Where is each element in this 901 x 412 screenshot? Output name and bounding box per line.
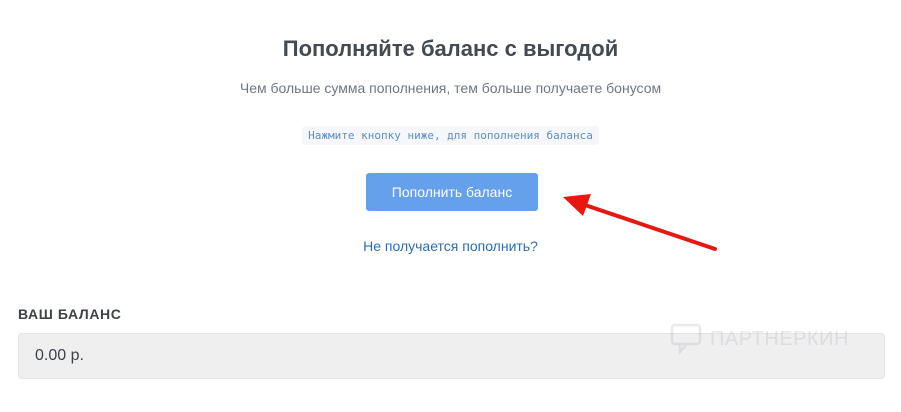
balance-field[interactable]	[18, 333, 885, 379]
balance-label: ВАШ БАЛАНС	[18, 306, 122, 322]
arrow-shaft	[580, 202, 717, 251]
arrow-head	[563, 194, 591, 216]
